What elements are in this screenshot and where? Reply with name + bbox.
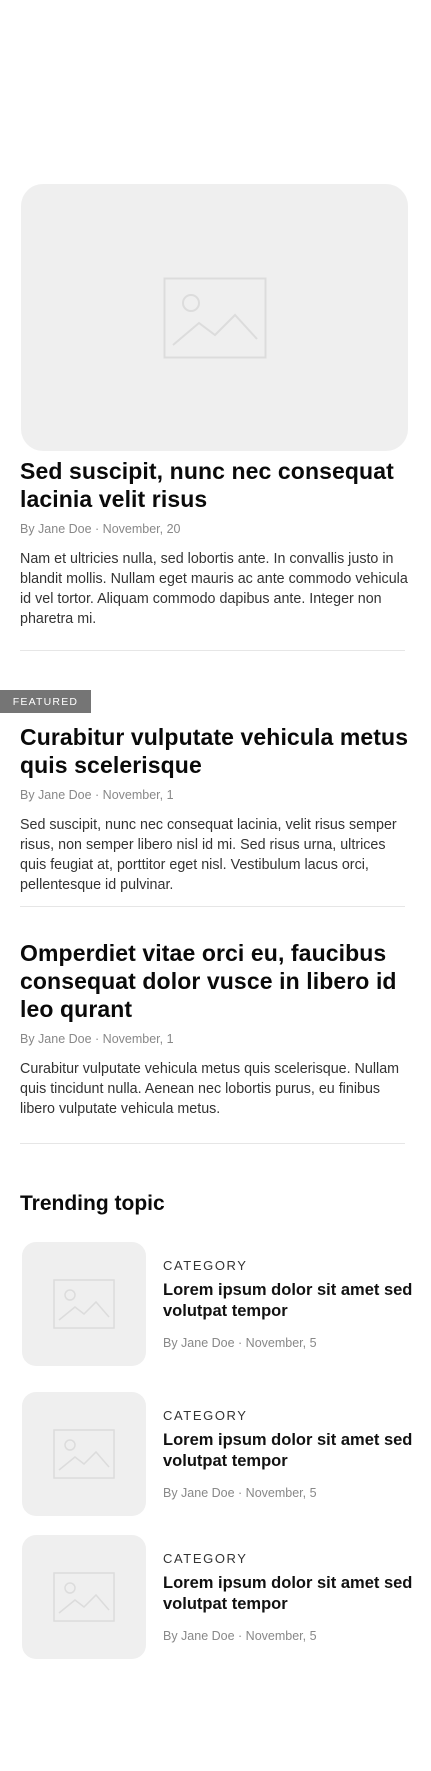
trending-meta: By Jane Doe · November, 5	[163, 1629, 317, 1643]
trending-thumbnail[interactable]	[22, 1535, 146, 1659]
image-placeholder-icon	[53, 1279, 115, 1329]
trending-thumbnail[interactable]	[22, 1392, 146, 1516]
article-excerpt: Nam et ultricies nulla, sed lobortis ant…	[20, 551, 408, 627]
divider	[20, 650, 405, 651]
article-excerpt: Curabitur vulputate vehicula metus quis …	[20, 1061, 400, 1117]
article-title[interactable]: Sed suscipit, nunc nec consequat lacinia…	[20, 457, 410, 513]
image-placeholder-icon	[53, 1429, 115, 1479]
trending-meta: By Jane Doe · November, 5	[163, 1486, 317, 1500]
article-meta: By Jane Doe · November, 20	[20, 522, 181, 536]
article-card[interactable]: Curabitur vulputate vehicula metus quis …	[20, 723, 410, 895]
divider	[20, 1143, 405, 1144]
trending-item[interactable]: CATEGORY Lorem ipsum dolor sit amet sed …	[22, 1392, 412, 1516]
article-title[interactable]: Omperdiet vitae orci eu, faucibus conseq…	[20, 939, 410, 1023]
featured-badge: FEATURED	[0, 690, 91, 713]
article-card[interactable]: Sed suscipit, nunc nec consequat lacinia…	[20, 457, 410, 629]
trending-title[interactable]: Lorem ipsum dolor sit amet sed volutpat …	[163, 1430, 413, 1472]
hero-image[interactable]	[21, 184, 408, 451]
trending-category[interactable]: CATEGORY	[163, 1408, 413, 1424]
trending-item[interactable]: CATEGORY Lorem ipsum dolor sit amet sed …	[22, 1242, 412, 1366]
article-meta: By Jane Doe · November, 1	[20, 1032, 174, 1046]
trending-thumbnail[interactable]	[22, 1242, 146, 1366]
trending-meta: By Jane Doe · November, 5	[163, 1336, 317, 1350]
image-placeholder-icon	[163, 277, 267, 359]
image-placeholder-icon	[53, 1572, 115, 1622]
article-meta: By Jane Doe · November, 1	[20, 788, 174, 802]
article-excerpt: Sed suscipit, nunc nec consequat lacinia…	[20, 817, 397, 893]
trending-category[interactable]: CATEGORY	[163, 1551, 413, 1567]
trending-category[interactable]: CATEGORY	[163, 1258, 413, 1274]
section-title: Trending topic	[20, 1192, 165, 1215]
divider	[20, 906, 405, 907]
trending-item[interactable]: CATEGORY Lorem ipsum dolor sit amet sed …	[22, 1535, 412, 1659]
trending-title[interactable]: Lorem ipsum dolor sit amet sed volutpat …	[163, 1573, 413, 1615]
article-title[interactable]: Curabitur vulputate vehicula metus quis …	[20, 723, 410, 779]
trending-title[interactable]: Lorem ipsum dolor sit amet sed volutpat …	[163, 1280, 413, 1322]
article-card[interactable]: Omperdiet vitae orci eu, faucibus conseq…	[20, 939, 410, 1119]
